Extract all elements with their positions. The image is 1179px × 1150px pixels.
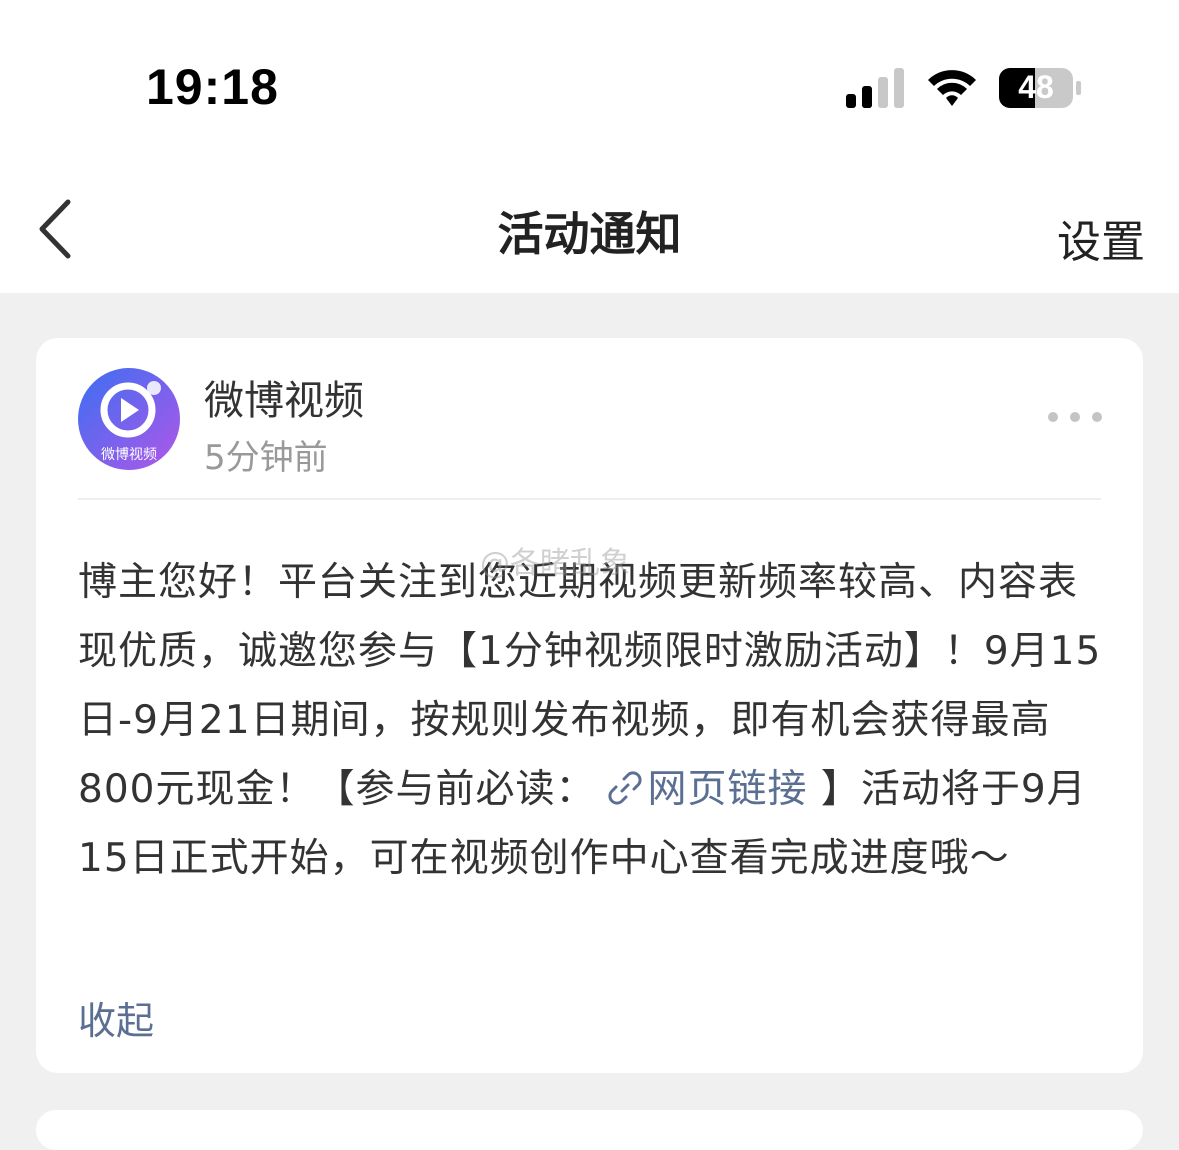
battery-level: 48 (1018, 69, 1054, 105)
web-link[interactable]: 网页链接 (595, 767, 807, 812)
link-icon (608, 771, 643, 805)
wifi-icon (928, 70, 976, 106)
divider (78, 498, 1101, 500)
settings-button[interactable]: 设置 (1057, 206, 1145, 270)
nav-bar: 活动通知 设置 (0, 150, 1179, 293)
notification-card: 微博视频 微博视频 5分钟前 博主您好！平台关注到您近期视频更新频率较高、内容表… (36, 338, 1143, 1073)
page-title: 活动通知 (497, 207, 682, 261)
web-link-label: 网页链接 (647, 767, 808, 812)
sender-name[interactable]: 微博视频 (204, 368, 364, 426)
collapse-button[interactable]: 收起 (78, 990, 154, 1045)
avatar[interactable]: 微博视频 (78, 368, 180, 470)
next-notification-card (36, 1110, 1143, 1150)
cellular-signal-icon (846, 68, 904, 108)
status-bar: 19:18 48 (0, 0, 1179, 150)
battery-icon: 48 (998, 66, 1082, 110)
timestamp: 5分钟前 (204, 438, 328, 478)
status-time: 19:18 (146, 59, 279, 115)
more-options-icon[interactable] (1047, 410, 1103, 424)
watermark: @各睹乱象 (480, 546, 630, 581)
message-body: 博主您好！平台关注到您近期视频更新频率较高、内容表现优质，诚邀您参与【1分钟视频… (78, 548, 1108, 893)
avatar-label: 微博视频 (101, 447, 157, 463)
